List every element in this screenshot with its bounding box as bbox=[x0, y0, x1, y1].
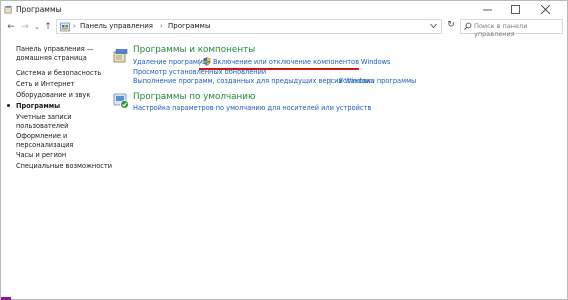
search-box[interactable]: Поиск в панели управления bbox=[460, 19, 563, 38]
default-programs-icon[interactable] bbox=[113, 93, 129, 109]
programs-features-title[interactable]: Программы и компоненты bbox=[133, 45, 255, 55]
link-divider bbox=[199, 59, 200, 66]
maximize-icon bbox=[510, 5, 520, 14]
link-divider bbox=[330, 78, 331, 85]
navigation-bar: ← → ⌄ ↑ › Панель управления › Программы … bbox=[1, 18, 567, 38]
sidebar-item-programs[interactable]: Программы bbox=[16, 102, 60, 111]
address-dropdown-icon[interactable] bbox=[430, 23, 437, 29]
control-panel-window: Программы ← → ⌄ ↑ › Панель управления › … bbox=[0, 0, 568, 300]
breadcrumb-separator: › bbox=[73, 22, 76, 30]
title-bar: Программы bbox=[1, 1, 567, 18]
sidebar-item-user-accounts-line1[interactable]: Учетные записи bbox=[16, 113, 72, 122]
back-arrow-icon: ← bbox=[7, 22, 15, 32]
sidebar-item-hardware-sound[interactable]: Оборудование и звук bbox=[16, 91, 90, 100]
search-placeholder: Поиск в панели управления bbox=[474, 22, 528, 38]
sidebar-item-system-security[interactable]: Система и безопасность bbox=[16, 69, 101, 78]
uac-shield-icon bbox=[203, 56, 211, 66]
minimize-button[interactable] bbox=[473, 1, 501, 18]
breadcrumb-separator: › bbox=[160, 22, 163, 30]
chevron-down-icon: ⌄ bbox=[34, 23, 40, 31]
sidebar-item-appearance-line2[interactable]: персонализация bbox=[16, 141, 73, 150]
minimize-icon bbox=[482, 9, 492, 11]
sidebar-item-network[interactable]: Сеть и Интернет bbox=[16, 80, 74, 89]
back-button[interactable]: ← bbox=[5, 21, 17, 33]
sidebar-home-link-line1[interactable]: Панель управления — bbox=[16, 45, 93, 54]
control-panel-icon bbox=[60, 22, 70, 32]
search-icon bbox=[464, 22, 472, 30]
view-installed-updates-link[interactable]: Просмотр установленных обновлений bbox=[133, 68, 266, 76]
sidebar-home-link-line2[interactable]: домашняя страница bbox=[16, 54, 87, 63]
close-icon bbox=[540, 5, 550, 14]
sidebar-item-accessibility[interactable]: Специальные возможности bbox=[16, 162, 112, 171]
install-program-link[interactable]: Установка программы bbox=[339, 77, 416, 85]
media-defaults-link[interactable]: Настройка параметров по умолчанию для но… bbox=[133, 104, 371, 112]
sidebar-item-appearance-line1[interactable]: Оформление и bbox=[16, 132, 67, 141]
uninstall-program-link[interactable]: Удаление программы bbox=[133, 58, 208, 66]
maximize-button[interactable] bbox=[501, 1, 529, 18]
up-button[interactable]: ↑ bbox=[42, 21, 54, 33]
refresh-button[interactable]: ↻ bbox=[445, 20, 457, 33]
close-button[interactable] bbox=[531, 1, 559, 18]
active-item-bullet bbox=[7, 104, 10, 107]
breadcrumb-control-panel[interactable]: Панель управления bbox=[80, 22, 153, 30]
address-bar[interactable]: › Панель управления › Программы bbox=[56, 19, 442, 34]
programs-features-icon[interactable] bbox=[113, 48, 129, 64]
sidebar-item-user-accounts-line2[interactable]: пользователей bbox=[16, 122, 68, 131]
programs-icon bbox=[4, 5, 12, 14]
default-programs-title[interactable]: Программы по умолчанию bbox=[133, 92, 255, 102]
windows-features-link[interactable]: Включение или отключение компонентов Win… bbox=[213, 58, 390, 66]
breadcrumb-programs[interactable]: Программы bbox=[168, 22, 211, 30]
window-title: Программы bbox=[16, 5, 62, 14]
up-arrow-icon: ↑ bbox=[44, 22, 52, 32]
forward-arrow-icon: → bbox=[21, 22, 29, 32]
sidebar-item-clock-region[interactable]: Часы и регион bbox=[16, 151, 66, 160]
forward-button[interactable]: → bbox=[19, 21, 31, 33]
